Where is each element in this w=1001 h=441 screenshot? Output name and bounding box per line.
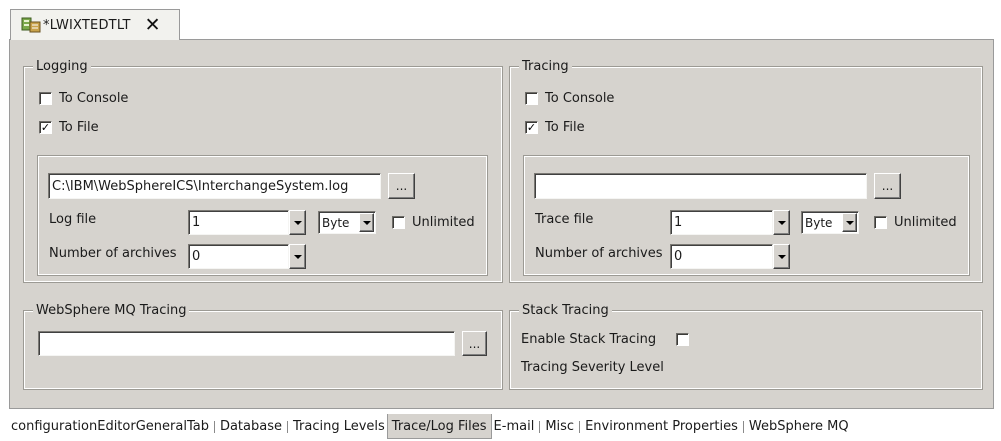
chevron-down-icon bbox=[362, 220, 371, 225]
enable-stack-tracing-label: Enable Stack Tracing bbox=[521, 332, 657, 347]
trace-archives-label: Number of archives bbox=[535, 246, 663, 261]
server-config-icon bbox=[21, 17, 41, 33]
chevron-down-icon bbox=[777, 220, 786, 225]
log-file-size-input[interactable]: 1 bbox=[188, 210, 289, 235]
mq-tracing-group-title: WebSphere MQ Tracing bbox=[33, 302, 190, 320]
trace-log-files-panel: Logging To Console ✓ To File C:\IBM\WebS… bbox=[9, 39, 994, 409]
trace-archives-input[interactable]: 0 bbox=[670, 244, 773, 269]
tracing-file-settings: ... Trace file 1 Byte Unlimited Number o… bbox=[523, 155, 970, 276]
logging-file-settings: C:\IBM\WebSphereICS\InterchangeSystem.lo… bbox=[37, 155, 488, 276]
stack-tracing-group: Stack Tracing Enable Stack Tracing Traci… bbox=[509, 302, 983, 390]
tracing-to-console-checkbox[interactable] bbox=[525, 92, 538, 105]
bottom-tab-bar: configurationEditorGeneralTab Database Tra… bbox=[9, 414, 851, 439]
trace-unit-value: Byte bbox=[805, 215, 833, 230]
mq-trace-path-input[interactable] bbox=[38, 331, 455, 356]
tab-separator bbox=[213, 420, 215, 433]
log-unlimited-checkbox[interactable] bbox=[392, 216, 405, 229]
logging-to-file-checkbox[interactable]: ✓ bbox=[39, 121, 52, 134]
tab-separator bbox=[742, 420, 744, 433]
log-file-size-dropdown[interactable] bbox=[289, 210, 306, 235]
tracing-to-console-row[interactable]: To Console bbox=[525, 91, 614, 106]
log-archives-input[interactable]: 0 bbox=[188, 244, 289, 269]
tab-misc[interactable]: Misc bbox=[543, 415, 576, 439]
chevron-down-icon bbox=[777, 254, 786, 259]
tracing-group-title: Tracing bbox=[519, 58, 572, 76]
log-unit-select[interactable]: Byte bbox=[318, 211, 376, 234]
log-unit-value: Byte bbox=[322, 215, 350, 230]
log-archives-dropdown[interactable] bbox=[289, 244, 306, 269]
editor-tab-title: *LWIXTEDTLT bbox=[43, 17, 131, 33]
log-unit-dropdown[interactable] bbox=[359, 213, 374, 232]
log-unlimited-row[interactable]: Unlimited bbox=[392, 215, 475, 230]
tab-separator bbox=[579, 420, 581, 433]
trace-file-browse-button[interactable]: ... bbox=[874, 173, 901, 199]
trace-file-path-input[interactable] bbox=[534, 173, 867, 199]
tab-tracing-levels[interactable]: Tracing Levels bbox=[291, 415, 387, 439]
trace-file-size-input[interactable]: 1 bbox=[670, 210, 773, 235]
chevron-down-icon bbox=[845, 220, 854, 225]
tab-environment-properties[interactable]: Environment Properties bbox=[583, 415, 740, 439]
logging-to-file-label: To File bbox=[59, 120, 99, 135]
tracing-to-console-label: To Console bbox=[545, 91, 615, 106]
mq-trace-browse-button[interactable]: ... bbox=[462, 331, 487, 356]
editor-tab[interactable]: *LWIXTEDTLT ✕ bbox=[10, 9, 180, 40]
tab-separator bbox=[539, 420, 541, 433]
trace-unit-select[interactable]: Byte bbox=[801, 211, 859, 234]
log-archives-label: Number of archives bbox=[49, 246, 177, 261]
tab-trace-log-files[interactable]: Trace/Log Files bbox=[386, 414, 492, 439]
logging-group: Logging To Console ✓ To File C:\IBM\WebS… bbox=[23, 58, 503, 283]
chevron-down-icon bbox=[293, 220, 302, 225]
tab-configurationeditorgeneraltab[interactable]: configurationEditorGeneralTab bbox=[9, 415, 211, 439]
tracing-severity-level-label: Tracing Severity Level bbox=[521, 360, 664, 375]
mq-tracing-group: WebSphere MQ Tracing ... bbox=[23, 302, 503, 390]
log-unlimited-label: Unlimited bbox=[412, 215, 475, 230]
close-icon[interactable]: ✕ bbox=[145, 16, 161, 35]
trace-unlimited-row[interactable]: Unlimited bbox=[874, 215, 957, 230]
trace-unlimited-label: Unlimited bbox=[894, 215, 957, 230]
logging-to-console-checkbox[interactable] bbox=[39, 92, 52, 105]
stack-tracing-group-title: Stack Tracing bbox=[519, 302, 612, 320]
tracing-group: Tracing To Console ✓ To File ... Trace f… bbox=[509, 58, 983, 283]
tab-database[interactable]: Database bbox=[218, 415, 284, 439]
trace-archives-dropdown[interactable] bbox=[773, 244, 790, 269]
enable-stack-tracing-checkbox[interactable] bbox=[676, 333, 689, 346]
log-file-browse-button[interactable]: ... bbox=[388, 173, 415, 199]
tracing-to-file-row[interactable]: ✓ To File bbox=[525, 120, 585, 135]
tab-separator bbox=[286, 420, 288, 433]
tab-e-mail[interactable]: E-mail bbox=[492, 415, 537, 439]
tab-websphere-mq[interactable]: WebSphere MQ bbox=[747, 415, 851, 439]
logging-to-file-row[interactable]: ✓ To File bbox=[39, 120, 99, 135]
trace-file-size-dropdown[interactable] bbox=[773, 210, 790, 235]
trace-file-label: Trace file bbox=[535, 212, 594, 227]
chevron-down-icon bbox=[293, 254, 302, 259]
logging-to-console-row[interactable]: To Console bbox=[39, 91, 128, 106]
logging-to-console-label: To Console bbox=[59, 91, 129, 106]
tracing-to-file-label: To File bbox=[545, 120, 585, 135]
tracing-to-file-checkbox[interactable]: ✓ bbox=[525, 121, 538, 134]
log-file-path-input[interactable]: C:\IBM\WebSphereICS\InterchangeSystem.lo… bbox=[48, 173, 381, 199]
trace-unit-dropdown[interactable] bbox=[842, 213, 857, 232]
log-file-label: Log file bbox=[49, 212, 97, 227]
logging-group-title: Logging bbox=[33, 58, 91, 76]
trace-unlimited-checkbox[interactable] bbox=[874, 216, 887, 229]
